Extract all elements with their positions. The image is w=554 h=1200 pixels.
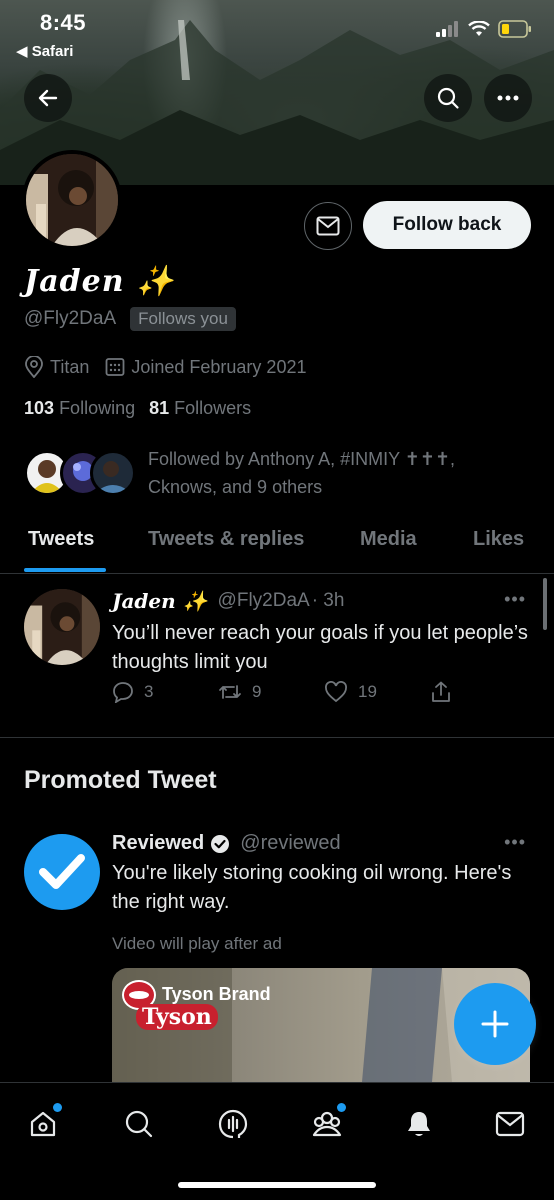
retweet-count: 9	[252, 682, 262, 701]
plus-icon	[481, 1010, 509, 1038]
profile-tabs: Tweets Tweets & replies Media Likes	[0, 520, 554, 574]
calendar-icon	[105, 358, 125, 376]
tweet-time: · 3h	[311, 590, 345, 611]
nav-notifications[interactable]	[396, 1101, 442, 1147]
reply-button[interactable]: 3	[112, 681, 218, 703]
joined-date: Joined February 2021	[105, 357, 306, 378]
scrollbar[interactable]	[543, 578, 547, 630]
back-button[interactable]	[24, 74, 72, 122]
video-brand-name: Tyson Brand	[162, 984, 271, 1004]
promoted-author-handle[interactable]: @reviewed	[240, 832, 340, 855]
message-button[interactable]	[304, 202, 352, 250]
nav-spaces[interactable]	[210, 1101, 256, 1147]
handle-row: @Fly2DaA Follows you	[24, 307, 236, 331]
tweet-more-icon[interactable]: •••	[504, 589, 526, 610]
following-count: 103	[24, 398, 55, 418]
tab-tweets[interactable]: Tweets	[28, 528, 94, 551]
like-button[interactable]: 19	[324, 681, 430, 703]
video-logo-text: Tyson	[136, 1004, 218, 1030]
followers-link[interactable]: 81 Followers	[149, 398, 251, 419]
more-icon	[497, 95, 519, 101]
heart-icon	[325, 681, 347, 703]
search-icon	[437, 87, 459, 109]
wifi-icon	[468, 21, 490, 36]
tweet-author-name[interactable]: Jaden ✨	[112, 589, 208, 613]
follow-counts: 103 Following 81 Followers	[24, 398, 251, 419]
location-pin-icon	[25, 356, 43, 378]
promoted-avatar[interactable]	[24, 834, 100, 910]
promoted-text: You're likely storing cooking oil wrong.…	[112, 862, 512, 913]
promoted-author-name[interactable]: Reviewed	[112, 832, 204, 855]
share-icon	[432, 681, 450, 702]
search-icon	[125, 1110, 153, 1138]
display-name: Jaden ✨	[24, 264, 175, 299]
profile-handle: @Fly2DaA	[24, 308, 117, 329]
followers-count: 81	[149, 398, 170, 418]
notifications-icon	[408, 1112, 430, 1136]
messages-icon	[495, 1111, 525, 1137]
followers-label: Followers	[174, 398, 252, 418]
verified-badge-icon	[211, 834, 230, 853]
nav-messages[interactable]	[487, 1101, 533, 1147]
home-indicator[interactable]	[178, 1182, 376, 1188]
tab-tweets-and-replies[interactable]: Tweets & replies	[148, 528, 304, 551]
profile-avatar[interactable]	[22, 150, 122, 250]
avatar-photo	[26, 154, 118, 246]
home-icon	[30, 1111, 56, 1137]
tweet-author-handle[interactable]: @Fly2DaA	[218, 590, 310, 612]
profile-meta: Titan Joined February 2021	[24, 356, 322, 378]
tweet-actions: 3 9 19	[112, 681, 536, 703]
location: Titan	[24, 356, 89, 378]
signal-icon	[436, 21, 458, 37]
arrow-left-icon	[38, 89, 58, 107]
follows-you-badge: Follows you	[130, 307, 236, 331]
nav-home[interactable]	[20, 1101, 66, 1147]
nav-search[interactable]	[116, 1101, 162, 1147]
following-label: Following	[59, 398, 136, 418]
nav-communities[interactable]	[304, 1101, 350, 1147]
back-to-safari[interactable]: ◀ Safari	[16, 42, 73, 60]
active-tab-indicator	[24, 568, 106, 572]
battery-icon	[498, 20, 531, 38]
tab-media[interactable]: Media	[360, 528, 417, 551]
mail-icon	[316, 216, 340, 236]
following-link[interactable]: 103 Following	[24, 398, 135, 419]
retweet-icon	[219, 685, 241, 699]
follower-avatar	[90, 450, 136, 496]
notification-dot	[53, 1103, 62, 1112]
tweet-avatar[interactable]	[24, 589, 100, 665]
communities-icon	[312, 1111, 342, 1137]
more-options-button[interactable]	[484, 74, 532, 122]
promoted-more-icon[interactable]: •••	[504, 832, 526, 853]
promoted-header: Reviewed @reviewed	[112, 832, 341, 855]
reply-count: 3	[144, 682, 154, 701]
status-icons	[436, 20, 532, 38]
tab-likes[interactable]: Likes	[473, 528, 524, 551]
video-note: Video will play after ad	[112, 934, 282, 953]
status-time: 8:45	[40, 10, 87, 35]
follow-back-button[interactable]: Follow back	[363, 201, 531, 249]
reply-icon	[113, 682, 133, 703]
tweet-text: You’ll never reach your goals if you let…	[112, 622, 528, 673]
followed-by-avatars	[24, 445, 136, 496]
promoted-section-title: Promoted Tweet	[24, 766, 217, 794]
share-button[interactable]	[430, 681, 536, 703]
followed-by-text: Followed by Anthony A, #INMIY ✝✝✝, Cknow…	[148, 449, 456, 497]
search-button[interactable]	[424, 74, 472, 122]
tweet[interactable]: Jaden ✨ @Fly2DaA · 3h ••• You’ll never r…	[0, 575, 554, 738]
checkmark-icon	[39, 854, 85, 889]
retweet-button[interactable]: 9	[218, 681, 324, 703]
joined-text: Joined February 2021	[131, 356, 307, 377]
tweet-header: Jaden ✨ @Fly2DaA · 3h	[112, 589, 344, 613]
like-count: 19	[358, 682, 377, 701]
compose-tweet-button[interactable]	[454, 983, 536, 1065]
spaces-icon	[218, 1109, 248, 1139]
location-text: Titan	[50, 356, 90, 377]
followed-by[interactable]: Followed by Anthony A, #INMIY ✝✝✝, Cknow…	[24, 445, 508, 501]
notification-dot	[337, 1103, 346, 1112]
avatar-photo	[24, 589, 100, 665]
